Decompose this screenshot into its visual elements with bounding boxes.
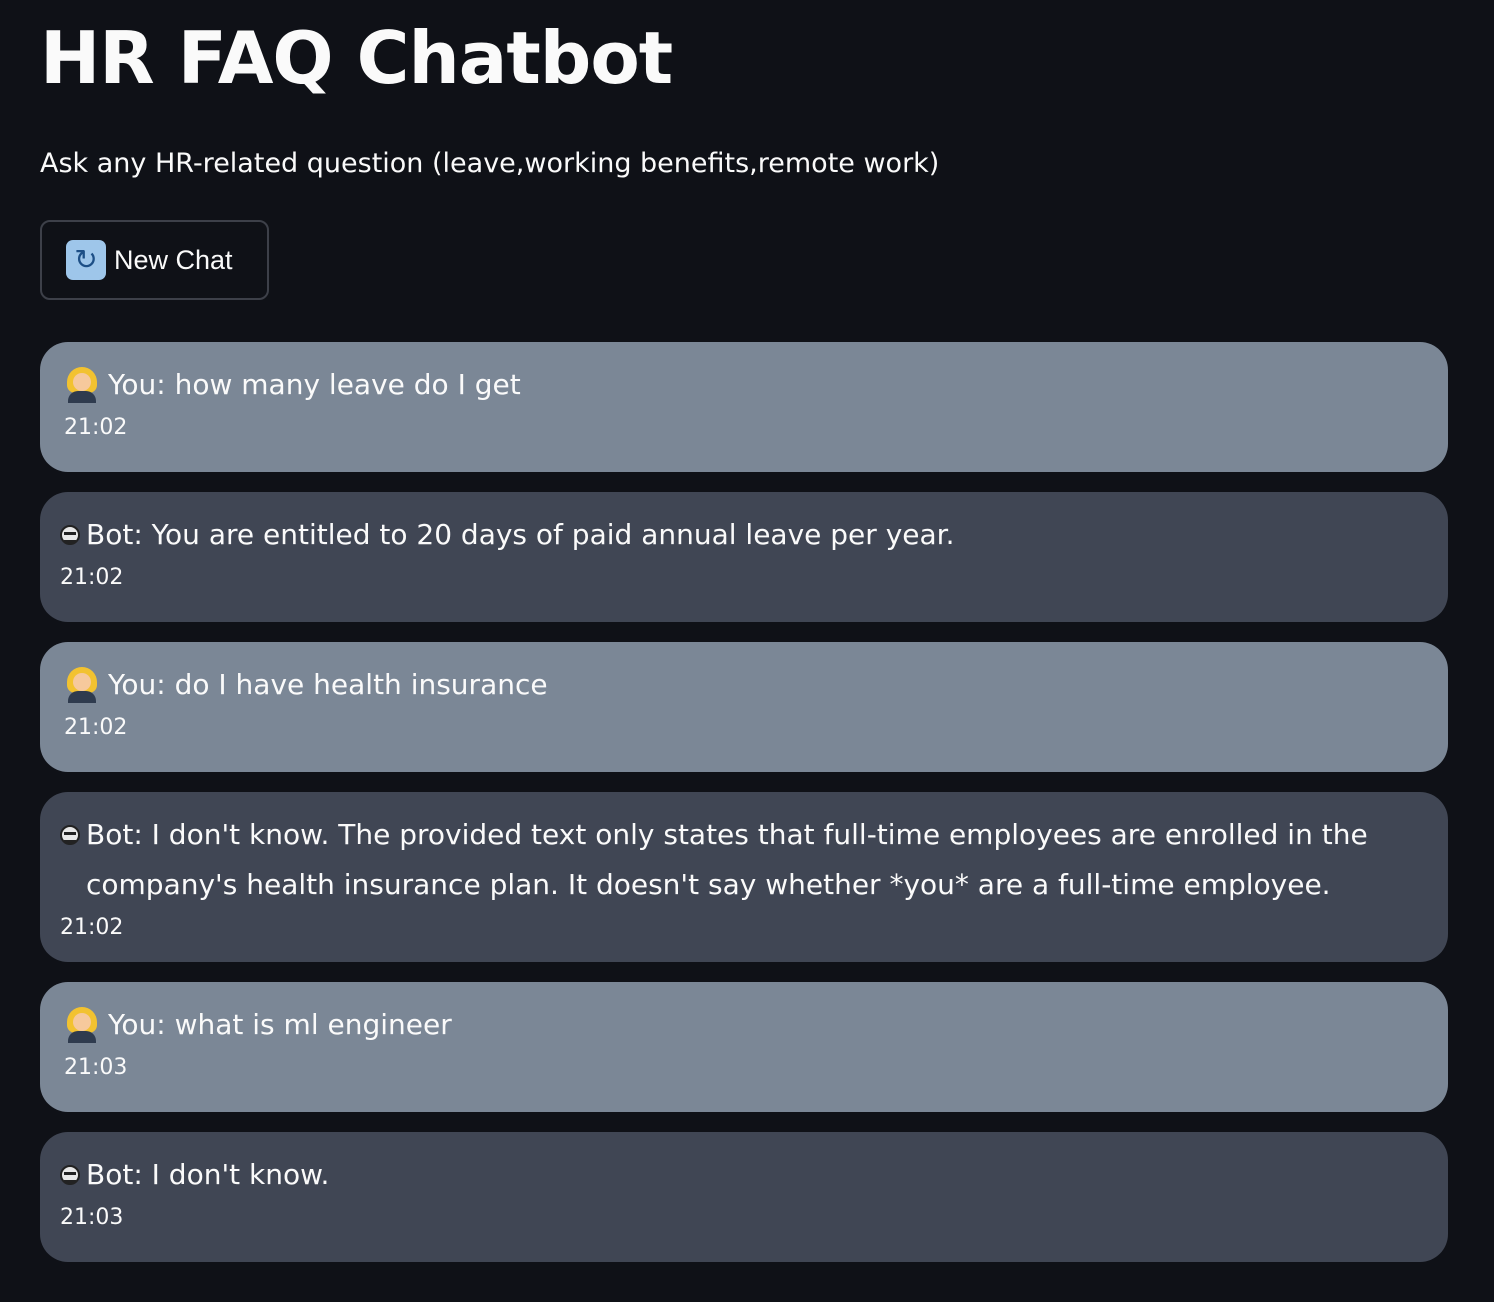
- woman-office-worker-icon: [64, 367, 100, 403]
- robot-icon: [60, 825, 80, 845]
- new-chat-label: New Chat: [114, 244, 233, 275]
- chat-message-bot: Bot: I don't know. 21:03: [40, 1132, 1448, 1262]
- woman-office-worker-icon: [64, 1007, 100, 1043]
- robot-icon: [60, 525, 80, 545]
- message-text: Bot: You are entitled to 20 days of paid…: [86, 518, 955, 551]
- message-text: Bot: I don't know. The provided text onl…: [86, 818, 1368, 901]
- chat-history: You: how many leave do I get 21:02 Bot: …: [40, 342, 1448, 1282]
- page-subtitle: Ask any HR-related question (leave,worki…: [40, 148, 940, 179]
- message-timestamp: 21:02: [60, 565, 124, 590]
- message-text: You: what is ml engineer: [108, 1008, 452, 1041]
- message-timestamp: 21:02: [60, 915, 124, 940]
- chat-message-user: You: what is ml engineer 21:03: [40, 982, 1448, 1112]
- chat-message-user: You: do I have health insurance 21:02: [40, 642, 1448, 772]
- message-text: Bot: I don't know.: [86, 1158, 330, 1191]
- woman-office-worker-icon: [64, 667, 100, 703]
- message-text: You: do I have health insurance: [108, 668, 548, 701]
- message-timestamp: 21:02: [64, 415, 128, 440]
- robot-icon: [60, 1165, 80, 1185]
- refresh-icon: ↻: [66, 240, 106, 280]
- new-chat-button[interactable]: ↻ New Chat: [40, 220, 269, 300]
- page: HR FAQ Chatbot Ask any HR-related questi…: [0, 0, 1494, 1302]
- message-timestamp: 21:03: [60, 1205, 124, 1230]
- chat-message-bot: Bot: I don't know. The provided text onl…: [40, 792, 1448, 962]
- message-timestamp: 21:03: [64, 1055, 128, 1080]
- chat-message-user: You: how many leave do I get 21:02: [40, 342, 1448, 472]
- message-timestamp: 21:02: [64, 715, 128, 740]
- message-text: You: how many leave do I get: [108, 368, 521, 401]
- chat-message-bot: Bot: You are entitled to 20 days of paid…: [40, 492, 1448, 622]
- page-title: HR FAQ Chatbot: [40, 16, 673, 100]
